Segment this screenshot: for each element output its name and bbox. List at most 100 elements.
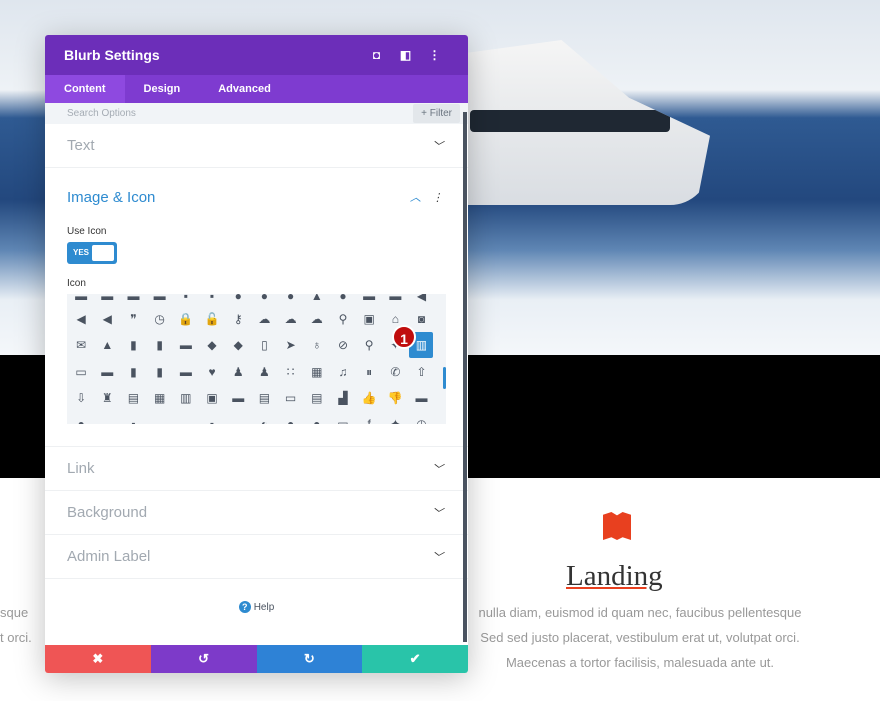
icon-picker[interactable]: ▬ ▬ ▬ ▬ ▪ ▪ ● ● ● ▲ ● ▬ ▬ ◀ ◀ ◀ ❞ ◷ 🔒 🔓 ⚷ ☁ ☁ ☁ ⚲ ▣ ⌂ ◙ ✉ ▲ ▮ ▮ ▬ ◆ ◆ ▯ ➤ ♁ ⊘ ⚲… — [67, 294, 446, 424]
tab-design[interactable]: Design — [125, 75, 200, 103]
icon-option[interactable]: ● — [225, 294, 251, 306]
icon-option[interactable]: ◀ — [408, 294, 434, 306]
icon-option[interactable]: ◆ — [225, 335, 251, 355]
icon-option[interactable]: ▬ — [225, 388, 251, 408]
icon-option[interactable]: f — [356, 414, 382, 424]
icon-option[interactable]: ♜ — [94, 388, 120, 408]
icon-option[interactable]: ☁ — [251, 309, 277, 329]
section-header[interactable]: Image & Icon ︿ ⋮ — [67, 168, 446, 226]
icon-option[interactable]: ▬ — [408, 388, 434, 408]
icon-option[interactable]: ◷ — [408, 414, 434, 424]
icon-option[interactable]: ◷ — [147, 309, 173, 329]
icon-option[interactable]: ▪ — [199, 294, 225, 306]
icon-option[interactable]: ◙ — [408, 309, 434, 329]
section-admin-label[interactable]: Admin Label ﹀ — [45, 535, 468, 579]
icon-option[interactable]: ∷ — [278, 362, 304, 382]
icon-option[interactable]: ▬ — [356, 294, 382, 306]
icon-option[interactable]: ▬ — [120, 294, 146, 306]
help-link[interactable]: ? Help — [45, 601, 468, 613]
panel-scrollbar[interactable] — [463, 112, 467, 642]
icon-option[interactable]: ▬ — [94, 362, 120, 382]
icon-option[interactable]: ⚲ — [356, 335, 382, 355]
icon-option[interactable]: ▲ — [304, 294, 330, 306]
icon-option[interactable]: ♟ — [251, 362, 277, 382]
icon-option[interactable]: ▬ — [147, 294, 173, 306]
icon-option[interactable]: 👎 — [382, 388, 408, 408]
icon-option[interactable]: ♥ — [199, 362, 225, 382]
icon-option[interactable]: ▬ — [147, 414, 173, 424]
icon-option[interactable]: ➤ — [278, 335, 304, 355]
icon-option[interactable]: ▥ — [173, 388, 199, 408]
panel-header[interactable]: Blurb Settings ◘ ◧ ⋮ — [45, 35, 468, 75]
icon-option[interactable]: ☁ — [278, 309, 304, 329]
icon-option[interactable]: ⚲ — [330, 309, 356, 329]
icon-option[interactable]: ✉ — [68, 335, 94, 355]
icon-option[interactable]: ▦ — [304, 362, 330, 382]
icon-option[interactable]: ▣ — [356, 309, 382, 329]
icon-option[interactable]: ▮ — [147, 335, 173, 355]
icon-option[interactable]: 🔒 — [173, 309, 199, 329]
icon-option[interactable]: ▬ — [382, 294, 408, 306]
icon-option[interactable]: ❞ — [120, 309, 146, 329]
icon-option[interactable]: ▤ — [120, 388, 146, 408]
icon-option[interactable]: ▮ — [120, 362, 146, 382]
icon-option[interactable]: 🔓 — [199, 309, 225, 329]
undo-button[interactable]: ↺ — [150, 645, 257, 673]
tab-advanced[interactable]: Advanced — [199, 75, 290, 103]
icon-option[interactable]: ● — [278, 294, 304, 306]
filter-button[interactable]: + Filter — [413, 104, 460, 123]
use-icon-toggle[interactable]: YES — [67, 242, 117, 264]
icon-option[interactable]: 👍 — [356, 388, 382, 408]
icon-option[interactable]: ♟ — [225, 362, 251, 382]
icon-option[interactable]: ▬ — [173, 414, 199, 424]
icon-option[interactable]: ▭ — [68, 362, 94, 382]
icon-option[interactable]: ▯ — [251, 335, 277, 355]
icon-option[interactable]: ▤ — [304, 388, 330, 408]
split-view-icon[interactable]: ◧ — [391, 48, 420, 62]
save-button[interactable]: ✔ — [362, 645, 468, 673]
icon-option[interactable]: ◀ — [68, 309, 94, 329]
icon-picker-scrollbar[interactable] — [443, 367, 446, 389]
icon-option[interactable]: ⇧ — [408, 362, 434, 382]
icon-option[interactable]: ▭ — [278, 388, 304, 408]
icon-option[interactable]: ▭ — [330, 414, 356, 424]
icon-option[interactable]: ▟ — [330, 388, 356, 408]
icon-option[interactable]: ▬ — [68, 294, 94, 306]
section-link[interactable]: Link ﹀ — [45, 447, 468, 491]
expand-icon[interactable]: ◘ — [362, 48, 391, 62]
icon-option[interactable]: ⏸ — [356, 362, 382, 382]
icon-option[interactable]: ▦ — [147, 388, 173, 408]
icon-option[interactable]: ▤ — [251, 388, 277, 408]
icon-option[interactable]: ● — [330, 294, 356, 306]
icon-option[interactable]: ● — [278, 414, 304, 424]
icon-option[interactable]: ▲ — [94, 335, 120, 355]
icon-option[interactable]: ♫ — [330, 362, 356, 382]
icon-option[interactable]: ● — [251, 294, 277, 306]
icon-option[interactable]: ☁ — [304, 309, 330, 329]
icon-option[interactable]: ▣ — [199, 388, 225, 408]
icon-option[interactable]: ● — [304, 414, 330, 424]
icon-option[interactable]: ◐ — [251, 414, 277, 424]
more-icon[interactable]: ⋮ — [420, 48, 449, 62]
icon-option[interactable]: ◆ — [199, 335, 225, 355]
icon-option[interactable]: ▬ — [173, 362, 199, 382]
more-icon[interactable]: ⋮ — [432, 191, 443, 204]
icon-option[interactable]: ⊘ — [330, 335, 356, 355]
icon-option[interactable]: ▪ — [199, 414, 225, 424]
icon-option[interactable]: ▬ — [94, 294, 120, 306]
icon-option[interactable]: ✆ — [382, 362, 408, 382]
icon-option[interactable]: ▮ — [147, 362, 173, 382]
icon-option[interactable]: ▪ — [120, 414, 146, 424]
icon-option[interactable]: ● — [68, 414, 94, 424]
icon-option[interactable]: ✦ — [382, 414, 408, 424]
tab-content[interactable]: Content — [45, 75, 125, 103]
icon-option[interactable]: ▪ — [173, 294, 199, 306]
icon-option[interactable]: ⚷ — [225, 309, 251, 329]
section-background[interactable]: Background ﹀ — [45, 491, 468, 535]
icon-option[interactable]: ▬ — [94, 414, 120, 424]
icon-option[interactable]: ▮ — [120, 335, 146, 355]
icon-option[interactable]: ⇩ — [68, 388, 94, 408]
search-input[interactable]: Search Options — [67, 108, 413, 119]
icon-option[interactable]: ♁ — [304, 335, 330, 355]
discard-button[interactable]: ✖ — [45, 645, 151, 673]
